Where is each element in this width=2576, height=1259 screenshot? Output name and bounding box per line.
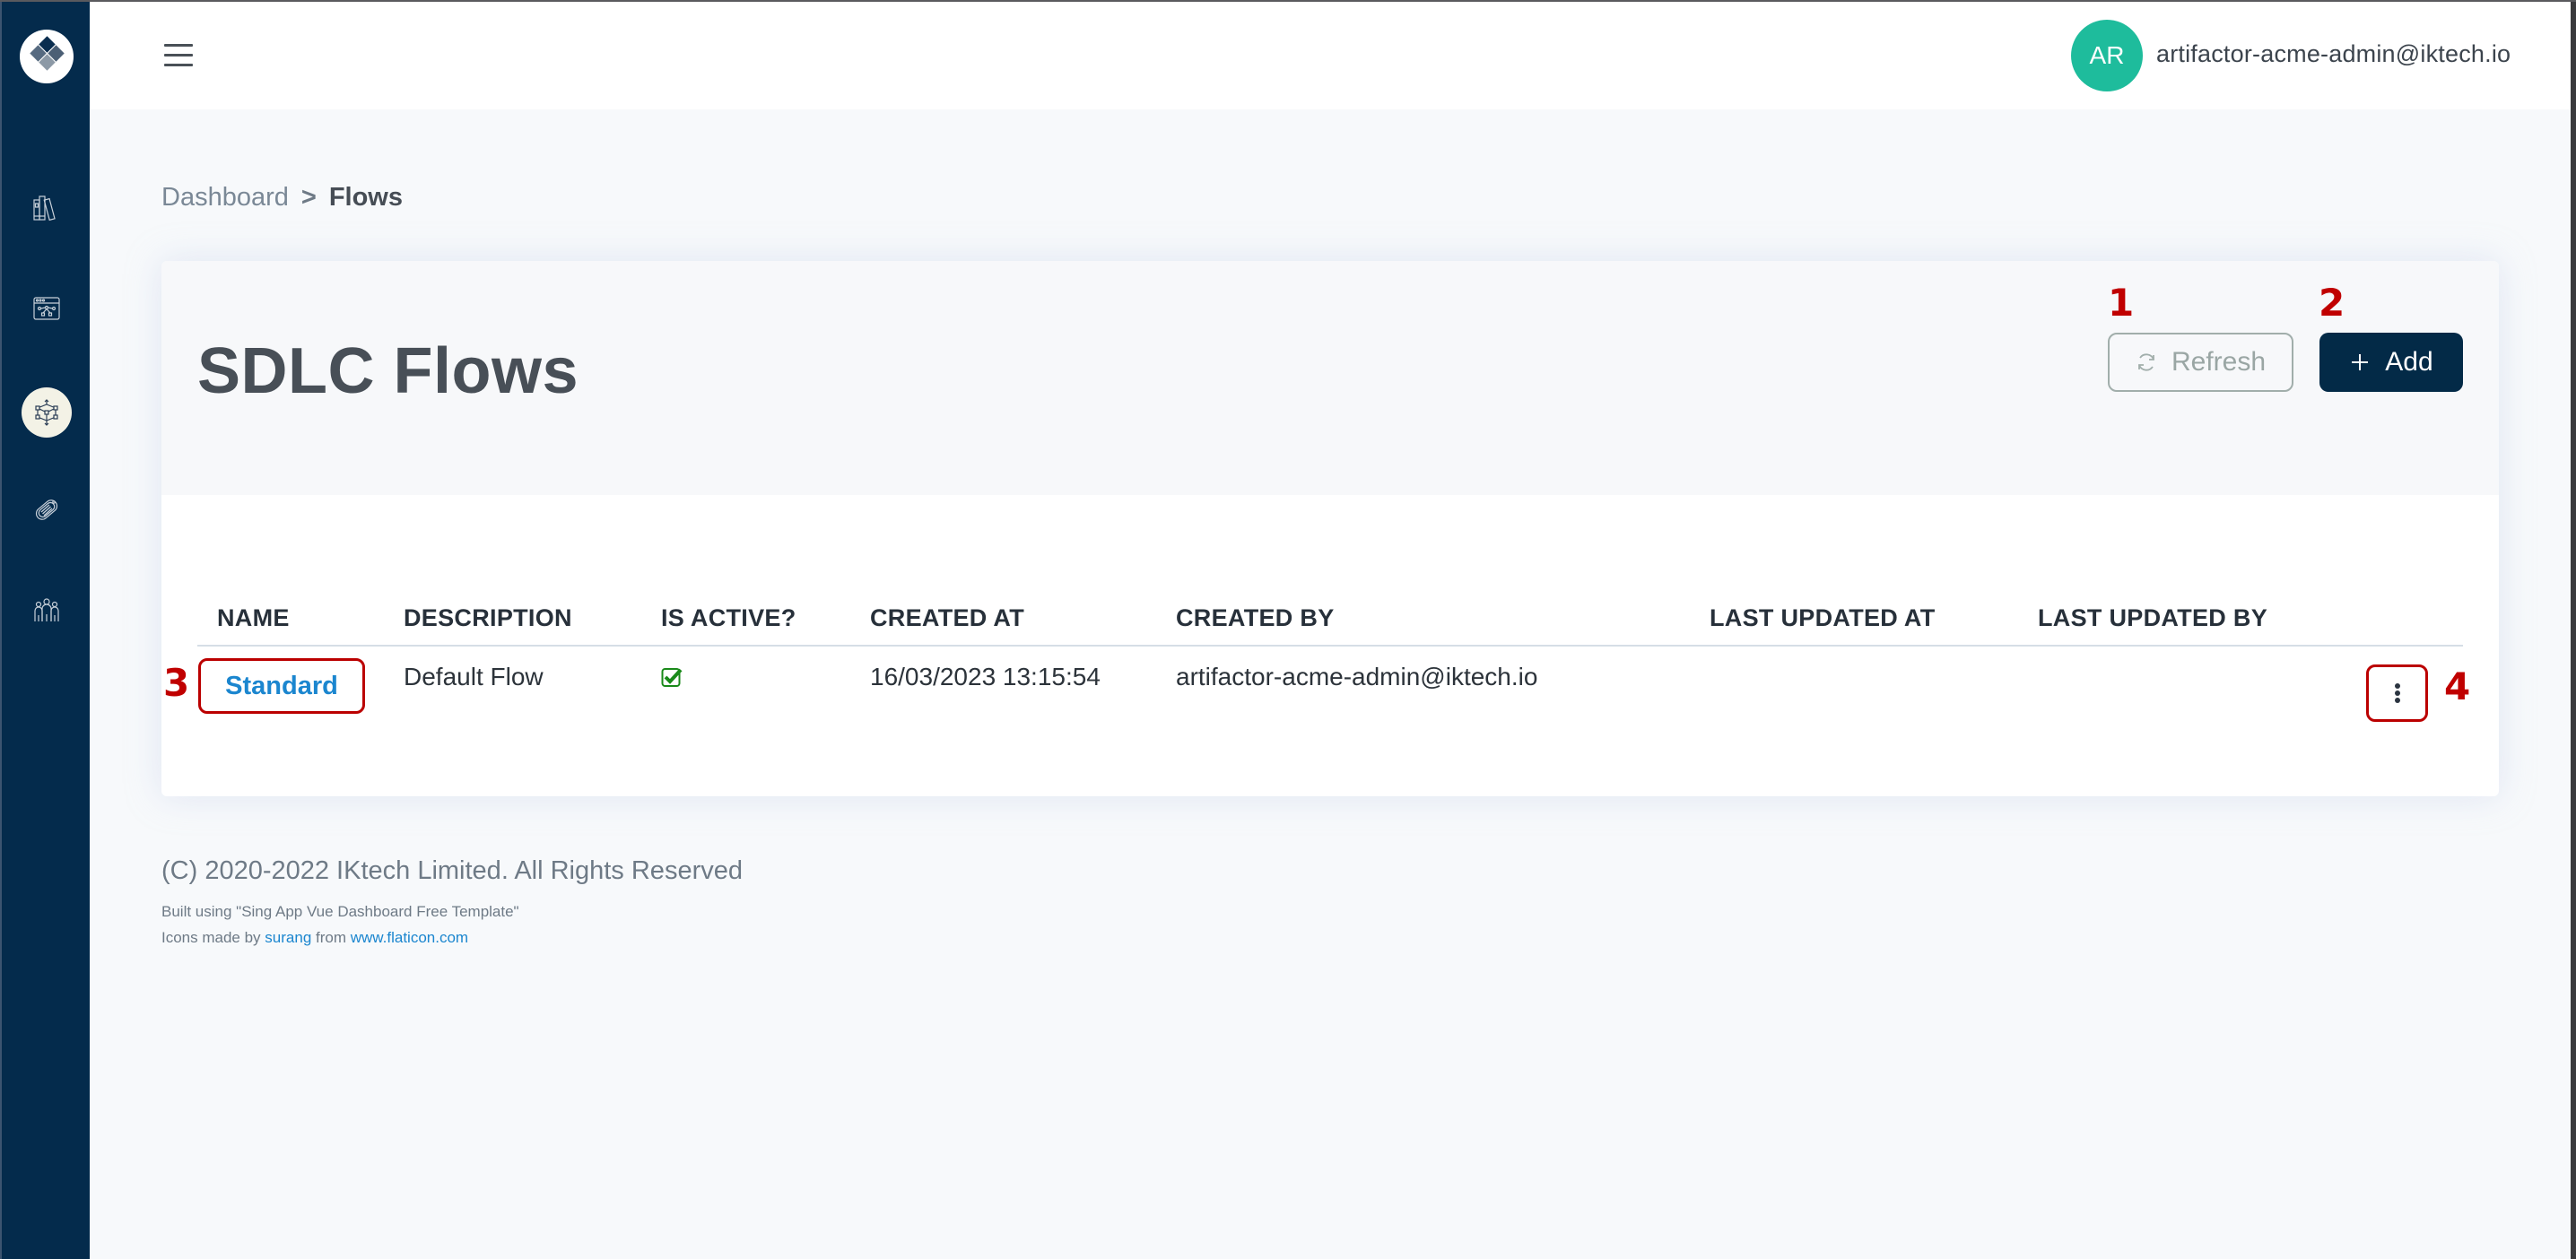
refresh-label: Refresh	[2171, 347, 2267, 377]
add-button[interactable]: Add	[2319, 333, 2463, 392]
tag-icon	[35, 499, 58, 520]
breadcrumb-current: Flows	[328, 183, 403, 212]
table-header: NAME DESCRIPTION IS ACTIVE? CREATED AT C…	[161, 594, 2499, 646]
add-label: Add	[2385, 347, 2433, 377]
user-email[interactable]: artifactor-acme-admin@iktech.io	[2156, 40, 2511, 68]
kebab-menu-icon	[2394, 683, 2400, 703]
sidebar-item-library[interactable]	[22, 183, 72, 233]
sidebar-item-flows[interactable]	[22, 387, 72, 438]
sidebar-item-tags[interactable]	[22, 484, 72, 534]
breadcrumb-dashboard-link[interactable]: Dashboard	[161, 183, 289, 213]
refresh-icon	[2138, 353, 2154, 371]
flow-created-by: artifactor-acme-admin@iktech.io	[1176, 663, 1538, 690]
annotation-marker-4: 4	[2444, 664, 2471, 708]
flow-name-link[interactable]: Standard	[198, 658, 365, 714]
sidebar	[0, 0, 90, 1259]
sidebar-item-team[interactable]	[22, 585, 72, 635]
icons-credit-from: from	[316, 929, 347, 946]
table-row: 3 Standard Default Flow 16/03/2023 13:15…	[161, 647, 2499, 722]
column-header-is-active[interactable]: IS ACTIVE?	[661, 604, 796, 632]
hamburger-icon-bar	[164, 54, 193, 56]
sidebar-item-workflow[interactable]	[22, 283, 72, 334]
column-header-last-updated-by[interactable]: LAST UPDATED BY	[2038, 604, 2267, 632]
breadcrumb: Dashboard > Flows	[161, 183, 403, 213]
top-header: AR artifactor-acme-admin@iktech.io	[90, 2, 2571, 109]
hamburger-icon	[164, 44, 193, 47]
flows-card: SDLC Flows 1 2 Refresh Add NAME DESCRIPT…	[161, 261, 2499, 796]
column-header-description[interactable]: DESCRIPTION	[404, 604, 572, 632]
background-window-edge	[2571, 0, 2576, 1259]
active-checkbox-icon	[661, 668, 683, 687]
annotation-marker-2: 2	[2319, 281, 2345, 325]
column-header-name[interactable]: NAME	[217, 604, 290, 632]
footer-copyright: (C) 2020-2022 IKtech Limited. All Rights…	[161, 856, 743, 885]
flow-description: Default Flow	[404, 663, 544, 690]
flaticon-link[interactable]: www.flaticon.com	[351, 929, 468, 946]
breadcrumb-separator: >	[300, 183, 317, 212]
column-header-last-updated-at[interactable]: LAST UPDATED AT	[1710, 604, 1935, 632]
menu-toggle-button[interactable]	[164, 44, 193, 67]
icons-credit-prefix: Icons made by	[161, 929, 261, 946]
cube-network-icon	[35, 399, 58, 426]
footer-built-using: Built using "Sing App Vue Dashboard Free…	[161, 903, 519, 920]
avatar-initials: AR	[2089, 41, 2125, 69]
row-actions-button[interactable]	[2366, 664, 2428, 722]
card-header: SDLC Flows 1 2 Refresh Add	[161, 261, 2499, 495]
books-icon	[33, 195, 56, 221]
footer-icons-credit: Icons made by surang from www.flaticon.c…	[161, 929, 468, 947]
app-logo[interactable]	[20, 30, 74, 83]
refresh-button[interactable]: Refresh	[2108, 333, 2293, 392]
column-header-created-by[interactable]: CREATED BY	[1176, 604, 1335, 632]
column-header-created-at[interactable]: CREATED AT	[870, 604, 1024, 632]
icons-author-link[interactable]: surang	[265, 929, 311, 946]
annotation-marker-3: 3	[163, 661, 190, 705]
flow-created-at: 16/03/2023 13:15:54	[870, 663, 1101, 690]
annotation-marker-1: 1	[2108, 281, 2135, 325]
workflow-window-icon	[33, 297, 60, 320]
page-title: SDLC Flows	[197, 335, 579, 407]
user-avatar[interactable]: AR	[2071, 20, 2143, 91]
logo-diamond-icon	[30, 36, 65, 71]
hamburger-icon-bar	[164, 64, 193, 66]
window-top-edge	[0, 0, 2576, 2]
plus-icon	[2352, 354, 2369, 370]
team-icon	[34, 598, 59, 621]
flow-name: Standard	[225, 671, 338, 700]
